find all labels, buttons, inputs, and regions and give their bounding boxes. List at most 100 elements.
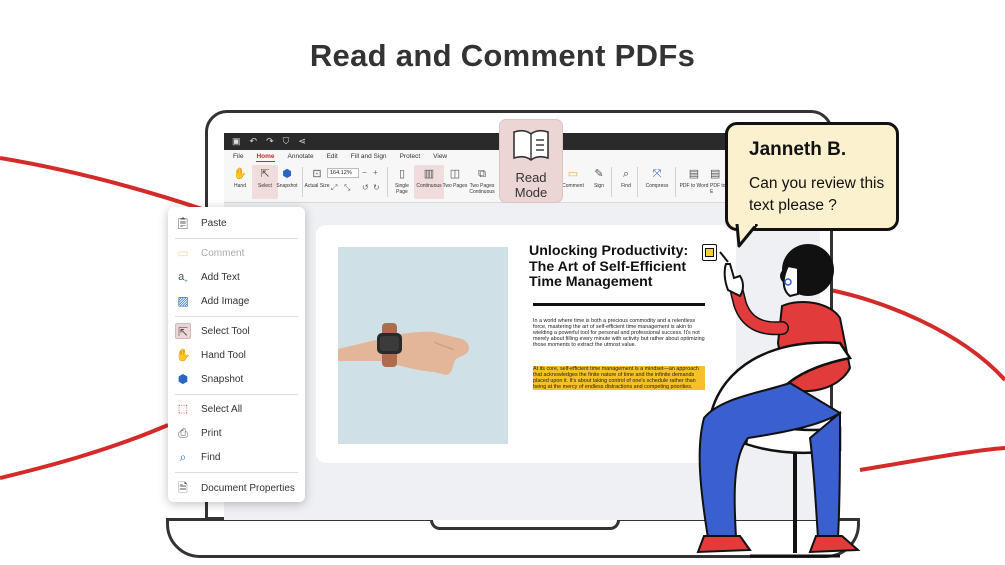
menu-edit[interactable]: Edit bbox=[327, 152, 338, 161]
snapshot-label: Snapshot bbox=[276, 183, 298, 189]
menu-fill-and-sign[interactable]: Fill and Sign bbox=[351, 152, 387, 161]
pdf-to-word-icon: ▤ bbox=[688, 168, 700, 180]
menu-divider bbox=[175, 316, 298, 317]
document-paragraph-1: In a world where time is both a precious… bbox=[533, 318, 705, 349]
hand-icon: ✋ bbox=[175, 348, 191, 362]
compress-icon: ⤧ bbox=[652, 168, 662, 180]
menu-item-label: Hand Tool bbox=[201, 349, 246, 361]
comment-message: Can you review this text please ? bbox=[749, 175, 885, 214]
open-book-icon bbox=[513, 129, 549, 162]
pdf-to-e-button[interactable]: ▤ PDF to E bbox=[710, 165, 726, 199]
comment-button[interactable]: ▭ Comment bbox=[560, 165, 586, 199]
reviewer-illustration bbox=[696, 244, 861, 558]
two-pages-button[interactable]: ◫ Two Pages bbox=[442, 165, 468, 199]
two-pages-label: Two Pages bbox=[442, 183, 468, 189]
continuous-button[interactable]: ▥ Continuous bbox=[414, 165, 444, 199]
menu-item-find[interactable]: ⌕ Find bbox=[168, 446, 305, 468]
find-button[interactable]: ⌕ Find bbox=[613, 165, 639, 199]
menu-item-document-properties[interactable]: 🗎︎ Document Properties bbox=[168, 477, 305, 499]
save-icon[interactable]: ▣ bbox=[232, 137, 241, 146]
select-label: Select bbox=[258, 183, 272, 189]
continuous-icon: ▥ bbox=[423, 168, 435, 180]
menu-item-select-all[interactable]: ⬚ Select All bbox=[168, 398, 305, 420]
camera-icon: ⬢ bbox=[282, 168, 292, 180]
single-page-button[interactable]: ▯ Single Page bbox=[389, 165, 415, 199]
shield-icon[interactable]: ⛉ bbox=[283, 137, 290, 146]
menu-home[interactable]: Home bbox=[256, 152, 275, 162]
comment-speech-bubble: Janneth B. Can you review this text plea… bbox=[725, 122, 899, 231]
snapshot-button[interactable]: ⬢ Snapshot bbox=[274, 165, 300, 199]
hand-button[interactable]: ✋ Hand bbox=[227, 165, 253, 199]
magnifier-icon: ⌕ bbox=[179, 450, 187, 464]
menu-item-hand-tool[interactable]: ✋ Hand Tool bbox=[168, 344, 305, 366]
menu-item-select-tool[interactable]: ⇱ Select Tool bbox=[168, 320, 305, 342]
menu-item-comment: ▭ Comment bbox=[168, 242, 305, 264]
two-pages-continuous-label: Two Pages Continuous bbox=[469, 183, 495, 195]
read-mode-label-line2: Mode bbox=[514, 185, 548, 200]
menu-annotate[interactable]: Annotate bbox=[288, 152, 314, 161]
rotate-left-icon[interactable]: ↺ bbox=[362, 183, 369, 193]
menu-divider bbox=[175, 472, 298, 473]
actual-size-label: Actual Size bbox=[304, 183, 330, 189]
fit-page-icon[interactable]: ⤡ bbox=[344, 183, 350, 193]
speech-bubble-tail bbox=[735, 224, 759, 248]
undo-icon[interactable]: ↶ bbox=[250, 137, 258, 146]
menu-item-add-text[interactable]: a+ Add Text bbox=[168, 266, 305, 288]
context-menu: 📋︎ Paste ▭ Comment a+ Add Text ▨ Add Ima… bbox=[168, 207, 305, 502]
document-title: Unlocking Productivity: The Art of Self-… bbox=[529, 243, 689, 290]
menu-item-label: Paste bbox=[201, 217, 227, 229]
menu-item-label: Select Tool bbox=[201, 325, 250, 337]
menu-item-label: Print bbox=[201, 427, 222, 439]
camera-icon: ⬢ bbox=[177, 372, 189, 386]
zoom-out-icon[interactable]: − bbox=[362, 168, 367, 178]
menu-item-print[interactable]: ⎙ Print bbox=[168, 422, 305, 444]
two-pages-continuous-button[interactable]: ⧉ Two Pages Continuous bbox=[467, 165, 497, 199]
menu-item-snapshot[interactable]: ⬢ Snapshot bbox=[168, 368, 305, 390]
compress-button[interactable]: ⤧ Compress bbox=[642, 165, 672, 199]
document-paragraph-2-highlighted: At its core, self-efficient time managem… bbox=[533, 366, 705, 391]
continuous-label: Continuous bbox=[416, 183, 442, 189]
page-headline: Read and Comment PDFs bbox=[309, 38, 696, 73]
printer-icon: ⎙ bbox=[178, 426, 188, 440]
share-icon[interactable]: ⋖ bbox=[298, 137, 306, 146]
menu-item-label: Comment bbox=[201, 247, 245, 259]
select-all-icon: ⬚ bbox=[177, 403, 189, 415]
menu-item-label: Find bbox=[201, 451, 221, 463]
menu-item-label: Snapshot bbox=[201, 373, 244, 385]
menu-item-label: Add Image bbox=[201, 295, 250, 307]
sign-button[interactable]: ✎ Sign bbox=[586, 165, 612, 199]
pdf-to-word-label: PDF to Word bbox=[679, 183, 709, 189]
redo-icon[interactable]: ↷ bbox=[266, 137, 274, 146]
menu-item-add-image[interactable]: ▨ Add Image bbox=[168, 290, 305, 312]
zoom-input[interactable]: 164.12% bbox=[327, 168, 359, 178]
ribbon-divider bbox=[675, 167, 676, 197]
menu-item-paste[interactable]: 📋︎ Paste bbox=[168, 212, 305, 234]
document-info-icon: 🗎︎ bbox=[178, 481, 188, 495]
promo-stage: Read and Comment PDFs ▣ ↶ ↷ ⛉ ⋖ File Hom… bbox=[0, 0, 1005, 565]
hand-label: Hand bbox=[234, 183, 246, 189]
title-underline bbox=[533, 303, 705, 306]
zoom-in-icon[interactable]: + bbox=[373, 168, 378, 178]
menu-view[interactable]: View bbox=[433, 152, 447, 161]
pdf-to-e-label: PDF to E bbox=[710, 183, 726, 195]
add-text-icon: a+ bbox=[178, 271, 188, 286]
sign-label: Sign bbox=[593, 183, 604, 189]
document-image bbox=[338, 247, 508, 444]
menu-item-label: Add Text bbox=[201, 271, 240, 283]
menu-divider bbox=[175, 238, 298, 239]
find-label: Find bbox=[621, 183, 631, 189]
rotate-right-icon[interactable]: ↻ bbox=[373, 183, 380, 193]
fit-width-icon[interactable]: ⤢ bbox=[331, 183, 337, 193]
comment-icon: ▭ bbox=[567, 168, 579, 180]
ribbon-divider bbox=[611, 167, 612, 197]
pdf-to-word-button[interactable]: ▤ PDF to Word bbox=[678, 165, 710, 199]
two-pages-continuous-icon: ⧉ bbox=[478, 168, 486, 180]
cursor-icon: ⇱ bbox=[175, 323, 191, 339]
comment-label: Comment bbox=[562, 183, 584, 189]
menu-file[interactable]: File bbox=[233, 152, 243, 161]
ribbon-divider bbox=[637, 167, 638, 197]
read-mode-label-line1: Read bbox=[515, 170, 547, 185]
menu-protect[interactable]: Protect bbox=[400, 152, 421, 161]
read-mode-button[interactable]: Read Mode bbox=[499, 119, 563, 203]
two-pages-icon: ◫ bbox=[449, 168, 461, 180]
